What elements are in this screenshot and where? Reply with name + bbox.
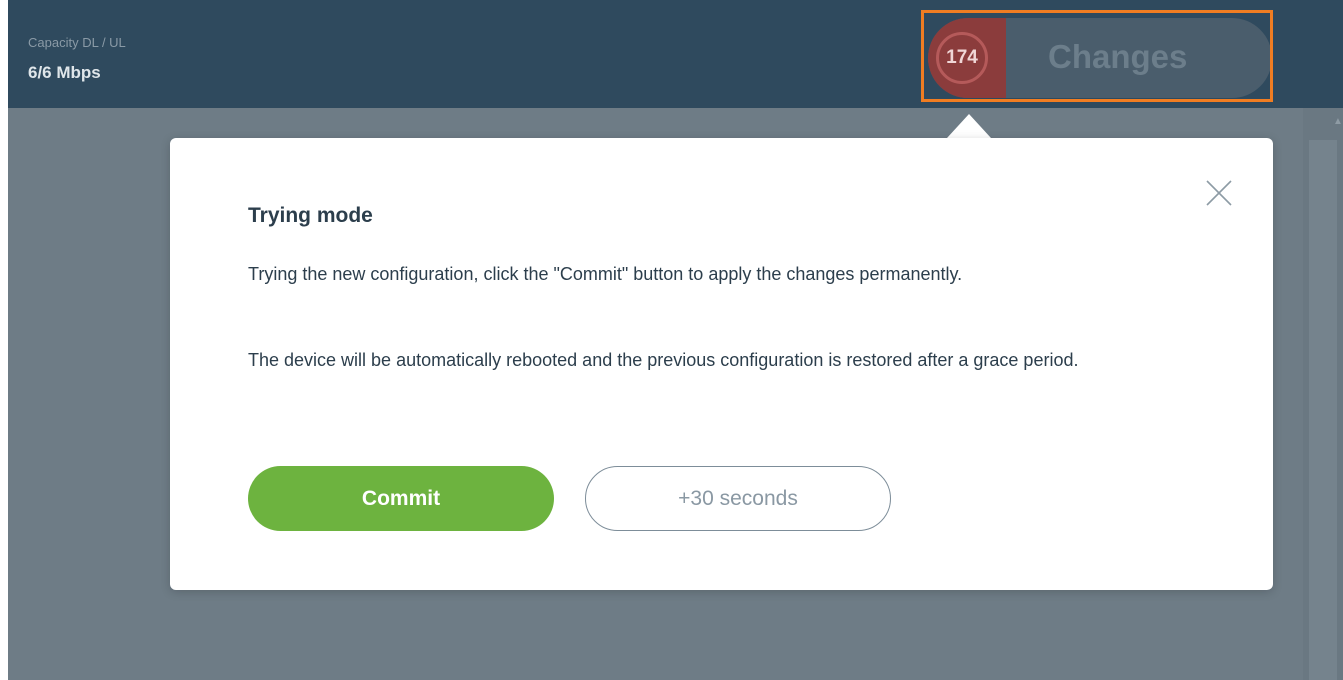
dialog-pointer [947,114,991,138]
dialog-title: Trying mode [248,204,373,227]
capacity-value: 6/6 Mbps [28,63,101,82]
scroll-up-icon[interactable]: ▲ [1333,117,1343,127]
extend-30-seconds-button[interactable]: +30 seconds [585,466,891,531]
commit-button[interactable]: Commit [248,466,554,531]
window-left-edge [0,0,8,680]
capacity-label: Capacity DL / UL [28,35,126,50]
close-icon[interactable] [1204,178,1234,208]
dialog-paragraph-1: Trying the new configuration, click the … [248,264,963,284]
highlight-frame [921,10,1273,102]
scrollbar[interactable] [1309,140,1337,680]
dialog-paragraph-2: The device will be automatically reboote… [248,350,1079,370]
trying-mode-dialog: Trying mode Trying the new configuration… [170,138,1273,590]
